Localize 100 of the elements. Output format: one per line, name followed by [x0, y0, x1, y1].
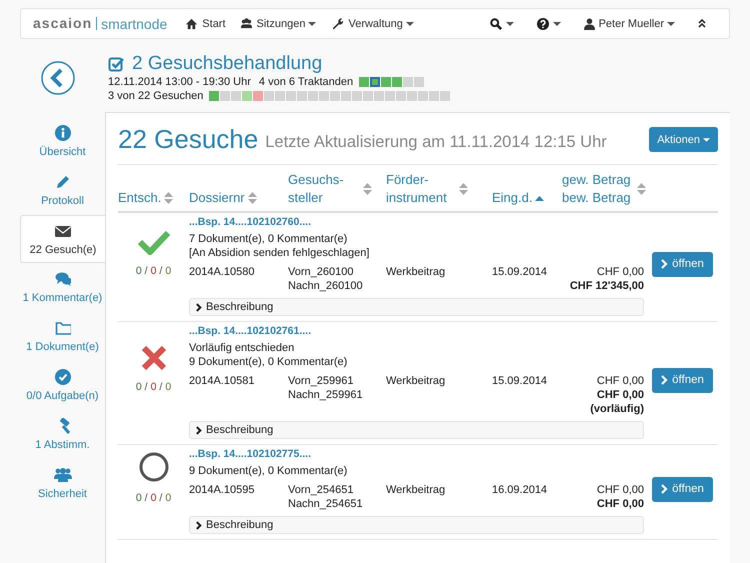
- search-icon: [490, 18, 502, 30]
- collapse-button[interactable]: [698, 18, 707, 30]
- group-icon: [54, 467, 72, 483]
- search-menu[interactable]: [490, 18, 515, 30]
- chevron-right-icon: [661, 484, 668, 494]
- product-name[interactable]: smartnode: [97, 16, 168, 32]
- help-icon: [536, 18, 549, 30]
- actions-button[interactable]: Aktionen: [649, 127, 718, 152]
- count: 0: [165, 492, 172, 504]
- caret-icon: [506, 22, 514, 26]
- note-text: Vorläufig entschieden: [189, 341, 296, 355]
- request-link[interactable]: ...Bsp. 14....102102775....: [189, 448, 718, 462]
- column-header[interactable]: Gesuchs- steller: [288, 171, 386, 207]
- count: 0: [150, 380, 156, 392]
- received-date: 15.09.2014: [492, 374, 548, 389]
- chevron-right-icon: [196, 302, 202, 312]
- nav-menu-item[interactable]: Sitzungen: [240, 17, 318, 30]
- sidebar-item[interactable]: 22 Gesuch(e): [20, 215, 105, 263]
- applicant-name: Vorn_260100: [288, 265, 354, 279]
- count: 0: [165, 380, 172, 392]
- sidebar-item[interactable]: 1 Kommentar(e): [20, 263, 105, 312]
- count-separator: /: [144, 380, 148, 392]
- double-chevron-up-icon: [698, 19, 706, 28]
- user-menu[interactable]: Peter Mueller: [584, 18, 676, 30]
- meeting-time: 12.11.2014 13:00 - 19:30 Uhr: [108, 76, 251, 88]
- applicant-name: Nachn_260100: [288, 279, 364, 293]
- count: 0: [136, 492, 142, 504]
- pencil-icon: [54, 174, 70, 190]
- received-date: 16.09.2014: [492, 483, 548, 498]
- column-header[interactable]: Entsch.: [118, 189, 189, 207]
- funding-instrument: Werkbeitrag: [386, 483, 446, 498]
- note-text: 7 Dokument(e), 0 Kommentar(e): [189, 232, 348, 246]
- amount: CHF 0,00: [596, 374, 644, 388]
- count-separator: /: [144, 264, 148, 276]
- request-link[interactable]: ...Bsp. 14....102102760....: [189, 216, 718, 230]
- amount: CHF 0,00: [596, 483, 644, 497]
- sidebar-item[interactable]: Übersicht: [20, 117, 105, 166]
- check-circle-icon: [54, 369, 70, 385]
- sidebar-item[interactable]: Protokoll: [20, 166, 105, 215]
- funding-instrument: Werkbeitrag: [386, 374, 446, 389]
- info-icon: [54, 125, 70, 141]
- help-menu[interactable]: [536, 18, 562, 30]
- count: 0: [165, 264, 172, 276]
- sidebar-item[interactable]: 1 Dokument(e): [20, 312, 105, 361]
- description-toggle[interactable]: Beschreibung: [189, 516, 644, 534]
- sidebar-item[interactable]: 0/0 Aufgabe(n): [20, 361, 105, 410]
- open-button[interactable]: öffnen: [652, 368, 713, 392]
- panel-title: 22 Gesuche: [118, 124, 258, 155]
- column-header[interactable]: Förder- instrument: [386, 171, 492, 207]
- column-header[interactable]: gew. Betrag bew. Betrag: [562, 171, 652, 207]
- dossier-number: 2014A.10595: [189, 483, 256, 498]
- note-text: 9 Dokument(e), 0 Kommentar(e): [189, 355, 348, 369]
- users-icon: [240, 17, 253, 30]
- last-update: Letzte Aktualisierung am 11.11.2014 12:15 Uhr: [265, 132, 607, 152]
- amount: CHF 12'345,00: [568, 279, 644, 293]
- home-icon: [185, 17, 198, 30]
- amount: CHF 0,00: [596, 265, 644, 279]
- count: 0: [150, 264, 156, 276]
- chevron-right-icon: [196, 426, 202, 434]
- note-text: 9 Dokument(e), 0 Kommentar(e): [189, 464, 348, 478]
- count: 0: [150, 492, 156, 504]
- agenda-count-text: 4 von 6 Traktanden: [258, 76, 354, 88]
- dossier-number: 2014A.10580: [189, 265, 256, 280]
- request-count-text: 3 von 22 Gesuchen: [108, 90, 204, 102]
- user-icon: [584, 18, 595, 30]
- description-toggle[interactable]: Beschreibung: [189, 421, 644, 439]
- chevron-right-icon: [196, 520, 202, 530]
- open-button[interactable]: öffnen: [652, 252, 713, 276]
- checkbox-icon: [108, 56, 124, 72]
- column-header[interactable]: Dossiernr: [189, 189, 288, 207]
- wrench-icon: [331, 17, 344, 30]
- caret-icon: [552, 22, 561, 26]
- applicant-name: Vorn_254651: [288, 483, 354, 497]
- nav-menu-item[interactable]: Verwaltung: [331, 17, 415, 30]
- chat-bubbles-icon: [54, 271, 70, 287]
- received-date: 15.09.2014: [492, 265, 548, 280]
- applicant-name: Nachn_259961: [288, 388, 364, 402]
- count: 0: [136, 380, 142, 392]
- count-separator: /: [159, 492, 162, 504]
- dossier-number: 2014A.10581: [189, 374, 256, 389]
- request-link[interactable]: ...Bsp. 14....102102761....: [189, 325, 718, 339]
- folder-icon: [54, 320, 70, 336]
- chevron-right-icon: [661, 375, 668, 385]
- back-button[interactable]: [41, 61, 75, 95]
- funding-instrument: Werkbeitrag: [386, 265, 446, 280]
- brand-logo[interactable]: ascaion: [33, 17, 98, 30]
- count-separator: /: [159, 264, 162, 276]
- note-text: [An Absidion senden fehlgeschlagen]: [189, 246, 370, 260]
- amount: CHF 0,00: [596, 388, 644, 402]
- sidebar-item[interactable]: 1 Abstimm.: [20, 410, 105, 459]
- amount: CHF 0,00: [596, 497, 644, 511]
- column-header[interactable]: Eing.d.: [492, 189, 562, 207]
- caret-icon: [667, 22, 675, 26]
- description-toggle[interactable]: Beschreibung: [189, 298, 644, 316]
- nav-menu-item[interactable]: Start: [185, 17, 226, 30]
- meeting-title: 2 Gesuchsbehandlung: [132, 53, 322, 75]
- open-button[interactable]: öffnen: [652, 476, 713, 502]
- applicant-name: Vorn_259961: [288, 374, 354, 388]
- amount: (vorläufig): [589, 402, 644, 416]
- sidebar-item[interactable]: Sicherheit: [20, 459, 105, 508]
